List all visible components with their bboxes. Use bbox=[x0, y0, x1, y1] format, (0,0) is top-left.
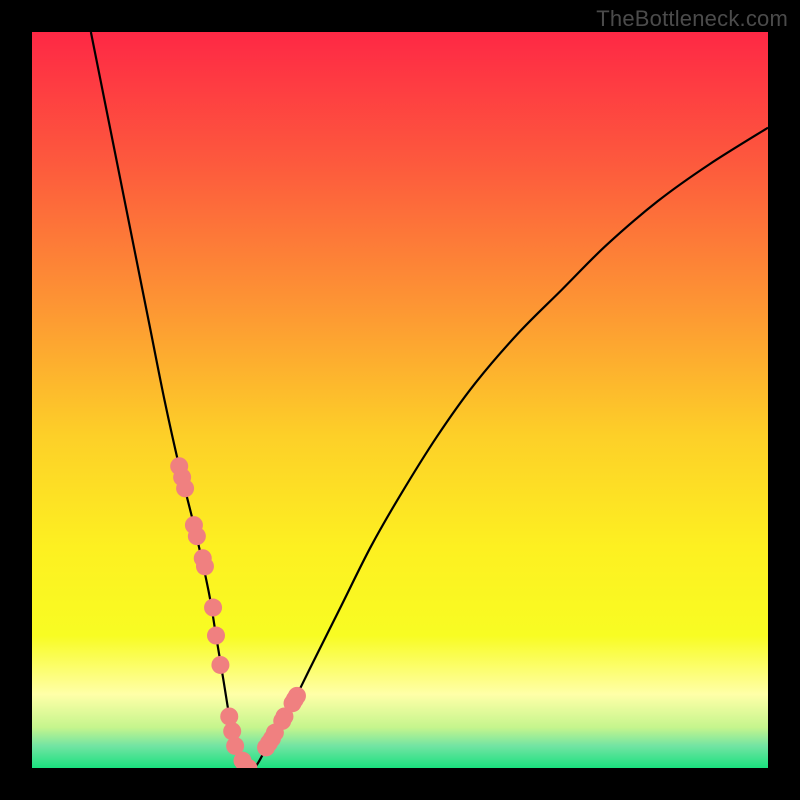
watermark-text: TheBottleneck.com bbox=[596, 6, 788, 32]
marker-point bbox=[207, 627, 225, 645]
marker-point bbox=[196, 557, 214, 575]
marker-point bbox=[288, 687, 306, 705]
chart-frame: TheBottleneck.com bbox=[0, 0, 800, 800]
marker-point bbox=[188, 527, 206, 545]
gradient-background bbox=[32, 32, 768, 768]
plot-area bbox=[32, 32, 768, 768]
marker-point bbox=[204, 599, 222, 617]
marker-point bbox=[176, 479, 194, 497]
marker-point bbox=[211, 656, 229, 674]
chart-svg bbox=[32, 32, 768, 768]
